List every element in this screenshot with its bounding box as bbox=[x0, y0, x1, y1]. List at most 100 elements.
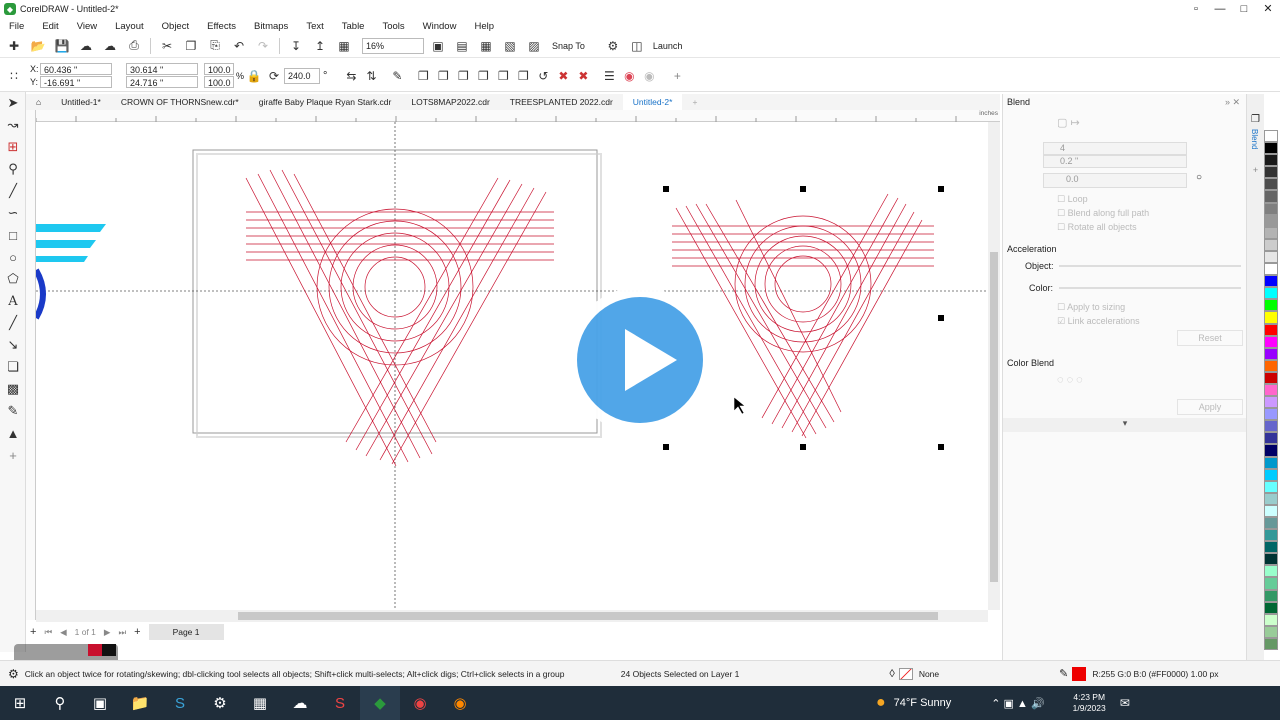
menu-edit[interactable]: Edit bbox=[33, 21, 67, 32]
palette-swatch[interactable] bbox=[1264, 263, 1278, 276]
lock-ratio-icon[interactable]: 🔒 bbox=[244, 66, 264, 86]
freehand-tool-icon[interactable]: ╱ bbox=[0, 180, 26, 202]
save-icon[interactable]: 💾 bbox=[52, 36, 72, 56]
docker-tab-icon[interactable]: ❐ bbox=[1247, 114, 1264, 125]
undo-icon[interactable]: ↶ bbox=[229, 36, 249, 56]
palette-swatch[interactable] bbox=[1264, 178, 1278, 191]
menu-bitmaps[interactable]: Bitmaps bbox=[245, 21, 297, 32]
pick-tool-icon[interactable]: ➤ bbox=[0, 92, 26, 114]
vertical-ruler[interactable] bbox=[26, 110, 36, 620]
palette-swatch[interactable] bbox=[1264, 275, 1278, 288]
open-folder-icon[interactable]: 📂 bbox=[28, 36, 48, 56]
palette-swatch[interactable] bbox=[1264, 202, 1278, 215]
reference-point-icon[interactable]: ∷ bbox=[4, 66, 24, 86]
vertical-scrollbar[interactable] bbox=[988, 122, 1000, 610]
coreldraw-taskbar-icon[interactable]: ◆ bbox=[360, 686, 400, 720]
simplify-icon[interactable]: ❐ bbox=[473, 66, 493, 86]
interactive-fill-icon[interactable]: ▲ bbox=[0, 422, 26, 444]
palette-swatch[interactable] bbox=[1264, 565, 1278, 578]
palette-swatch[interactable] bbox=[1264, 504, 1278, 517]
menu-layout[interactable]: Layout bbox=[106, 21, 153, 32]
artistic-media-icon[interactable]: ∽ bbox=[0, 202, 26, 224]
add-tab-icon[interactable]: + bbox=[682, 94, 707, 110]
file-explorer-icon[interactable]: 📁 bbox=[120, 686, 160, 720]
break-apart-icon[interactable]: ✖ bbox=[573, 66, 593, 86]
add-page-after-icon[interactable]: + bbox=[134, 626, 140, 638]
gear-icon[interactable]: ⚙ bbox=[603, 36, 623, 56]
height-field[interactable]: 24.716 " bbox=[126, 76, 198, 88]
color-blend-direction-icons[interactable]: ◌ ◌ ◌ bbox=[1057, 374, 1083, 386]
video-play-button[interactable] bbox=[567, 287, 713, 433]
palette-swatch[interactable] bbox=[1264, 299, 1278, 312]
palette-swatch[interactable] bbox=[1264, 529, 1278, 542]
menu-text[interactable]: Text bbox=[297, 21, 332, 32]
link-accel-checkbox[interactable]: ☑ Link accelerations bbox=[1057, 316, 1140, 327]
y-position-field[interactable]: -16.691 " bbox=[40, 76, 112, 88]
export-icon[interactable]: ↥ bbox=[310, 36, 330, 56]
steps-field[interactable]: 4 bbox=[1043, 142, 1187, 155]
create-boundary-icon[interactable]: ↺ bbox=[533, 66, 553, 86]
width-field[interactable]: 30.614 " bbox=[126, 63, 198, 75]
horizontal-ruler[interactable]: inches bbox=[36, 110, 1000, 122]
connector-tool-icon[interactable]: ↘ bbox=[0, 334, 26, 356]
tab-giraffe-plaque[interactable]: giraffe Baby Plaque Ryan Stark.cdr bbox=[249, 94, 402, 110]
palette-swatch[interactable] bbox=[1264, 214, 1278, 227]
color-accel-slider[interactable] bbox=[1059, 287, 1241, 289]
text-tool-icon[interactable]: A bbox=[0, 290, 26, 312]
blend-steps-icon[interactable]: ▢ ↦ bbox=[1057, 116, 1080, 129]
palette-swatch[interactable] bbox=[1264, 589, 1278, 602]
menu-help[interactable]: Help bbox=[465, 21, 503, 32]
prev-page-icon[interactable]: ◀ bbox=[60, 627, 67, 638]
horizontal-scroll-thumb[interactable] bbox=[238, 612, 938, 620]
align-distribute-icon[interactable]: ☰ bbox=[599, 66, 619, 86]
palette-swatch[interactable] bbox=[1264, 383, 1278, 397]
app-cloud-icon[interactable]: ☁ bbox=[280, 686, 320, 720]
menu-table[interactable]: Table bbox=[333, 21, 374, 32]
menu-tools[interactable]: Tools bbox=[373, 21, 413, 32]
palette-swatch[interactable] bbox=[1264, 347, 1278, 360]
add-page-icon[interactable]: + bbox=[30, 626, 36, 638]
palette-swatch[interactable] bbox=[1264, 637, 1278, 651]
object-accel-slider[interactable] bbox=[1059, 265, 1241, 267]
cut-icon[interactable]: ✂ bbox=[157, 36, 177, 56]
add-tool-icon[interactable]: + bbox=[0, 444, 26, 466]
task-view-icon[interactable]: ▣ bbox=[80, 686, 120, 720]
transparency-tool-icon[interactable]: ▩ bbox=[0, 378, 26, 400]
palette-swatch[interactable] bbox=[1264, 553, 1278, 566]
palette-swatch[interactable] bbox=[1264, 541, 1278, 554]
intersect-icon[interactable]: ❐ bbox=[453, 66, 473, 86]
palette-swatch[interactable] bbox=[1264, 371, 1278, 384]
snap-icon[interactable]: ▨ bbox=[524, 36, 544, 56]
tab-untitled-1[interactable]: Untitled-1* bbox=[51, 94, 111, 110]
palette-swatch[interactable] bbox=[1264, 311, 1278, 324]
horizontal-scrollbar[interactable] bbox=[36, 610, 988, 622]
tab-crown-of-thorns[interactable]: CROWN OF THORNSnew.cdr* bbox=[111, 94, 249, 110]
app-tools-icon[interactable]: ⚙ bbox=[200, 686, 240, 720]
color-eyedropper-icon[interactable]: ✎ bbox=[0, 400, 26, 422]
palette-swatch[interactable] bbox=[1264, 142, 1278, 155]
outline-pen-icon[interactable]: ✎ bbox=[387, 66, 407, 86]
palette-swatch[interactable] bbox=[1264, 154, 1278, 167]
palette-swatch[interactable] bbox=[1264, 238, 1278, 251]
menu-window[interactable]: Window bbox=[414, 21, 466, 32]
palette-swatch[interactable] bbox=[1264, 492, 1278, 505]
new-document-icon[interactable]: ✚ bbox=[4, 36, 24, 56]
parallel-dimension-icon[interactable]: ╱ bbox=[0, 312, 26, 334]
zoom-level-select[interactable]: 16% bbox=[362, 37, 424, 54]
guidelines-icon[interactable]: ▧ bbox=[500, 36, 520, 56]
grid-icon[interactable]: ▦ bbox=[476, 36, 496, 56]
palette-swatch[interactable] bbox=[1264, 166, 1278, 179]
shape-tool-icon[interactable]: ↝ bbox=[0, 114, 26, 136]
add-docker-icon[interactable]: + bbox=[1247, 165, 1264, 175]
menu-effects[interactable]: Effects bbox=[198, 21, 245, 32]
palette-swatch[interactable] bbox=[1264, 613, 1278, 626]
rotate-all-checkbox[interactable]: ☐ Rotate all objects bbox=[1057, 222, 1137, 233]
docker-close-icon[interactable]: » ✕ bbox=[1225, 97, 1240, 108]
full-screen-icon[interactable]: ▣ bbox=[428, 36, 448, 56]
publish-pdf-icon[interactable]: ▦ bbox=[334, 36, 354, 56]
launch-icon[interactable]: ◫ bbox=[627, 36, 647, 56]
print-icon[interactable]: ⎙ bbox=[124, 36, 144, 56]
palette-swatch[interactable] bbox=[1264, 396, 1278, 409]
tab-untitled-2[interactable]: Untitled-2* bbox=[622, 94, 683, 110]
styles-icon[interactable]: ◉ bbox=[639, 66, 659, 86]
